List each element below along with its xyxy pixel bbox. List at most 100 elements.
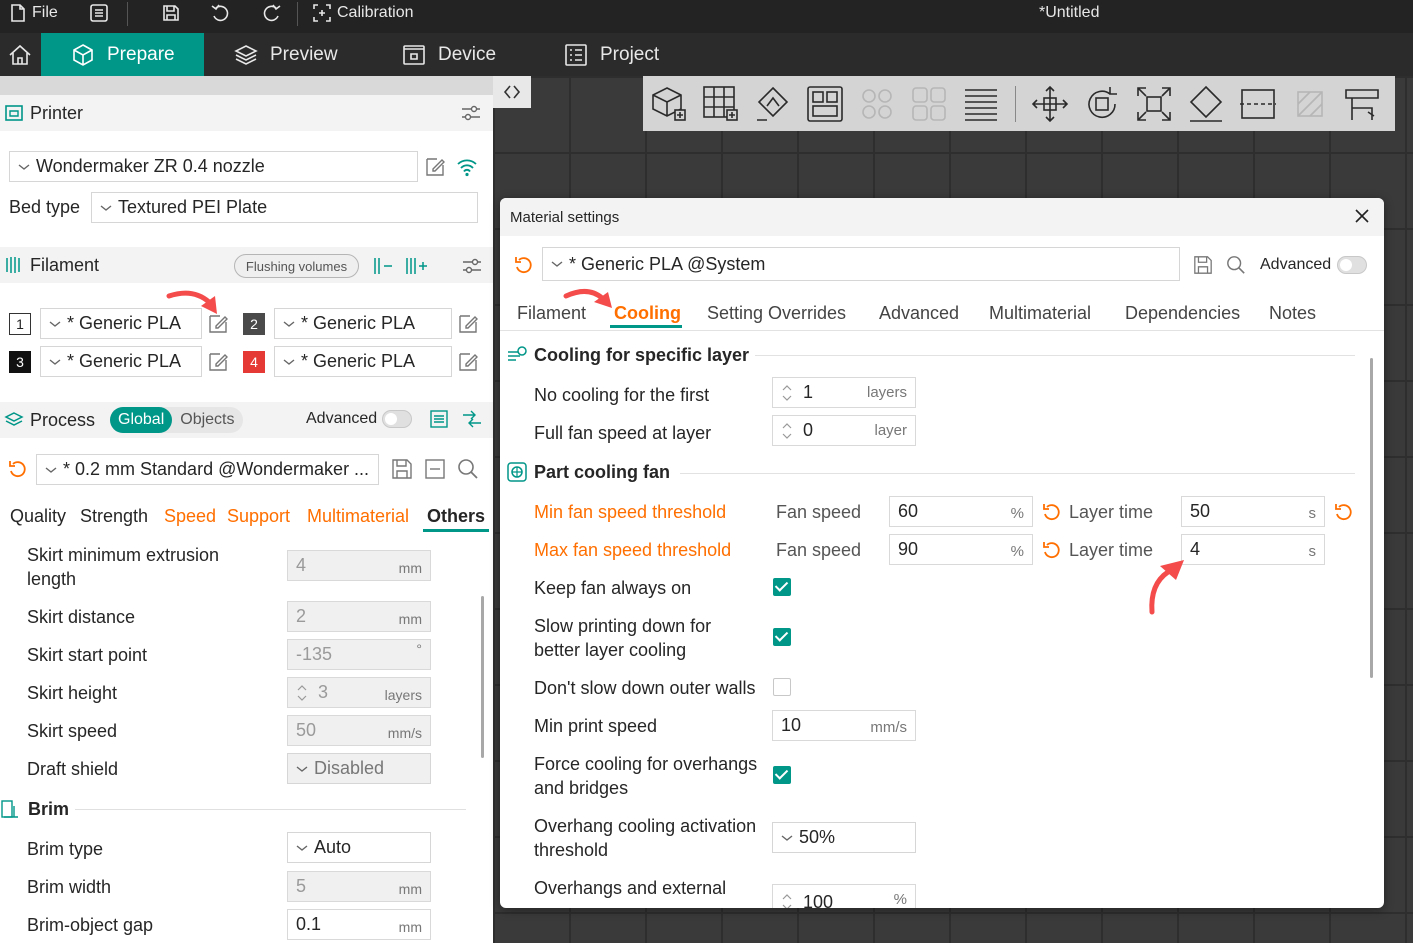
printer-settings-icon[interactable]	[461, 103, 481, 123]
overhangs-external-field[interactable]: 100 %	[772, 884, 916, 908]
search-icon[interactable]	[457, 458, 479, 480]
sidebar-scrollbar[interactable]	[481, 596, 484, 758]
arrange-tool[interactable]	[799, 76, 851, 131]
skirt-min-extrusion-field[interactable]: 4 mm	[287, 550, 431, 581]
printer-select[interactable]: Wondermaker ZR 0.4 nozzle	[9, 151, 418, 182]
dialog-tab-setting-overrides[interactable]: Setting Overrides	[707, 303, 846, 324]
split-objects-tool[interactable]	[851, 76, 903, 131]
min-fan-speed-field[interactable]: 60 %	[889, 496, 1033, 527]
reset-min-layer-time-icon[interactable]	[1334, 502, 1354, 522]
filament-preset-select[interactable]: * Generic PLA @System	[542, 247, 1180, 281]
reset-min-fan-speed-icon[interactable]	[1042, 502, 1062, 522]
compare-icon[interactable]	[429, 409, 449, 429]
split-parts-tool[interactable]	[903, 76, 955, 131]
spin-arrows-icon[interactable]	[296, 683, 308, 703]
dialog-tab-multimaterial[interactable]: Multimaterial	[989, 303, 1091, 324]
scale-tool[interactable]	[1128, 76, 1180, 131]
process-tab-multimaterial[interactable]: Multimaterial	[307, 506, 409, 527]
brim-object-gap-field[interactable]: 0.1 mm	[287, 909, 431, 940]
filament-settings-icon[interactable]	[462, 256, 482, 276]
auto-orient-tool[interactable]	[747, 76, 799, 131]
brim-type-select[interactable]: Auto	[287, 832, 431, 863]
skirt-distance-field[interactable]: 2 mm	[287, 601, 431, 632]
add-object-tool[interactable]	[643, 76, 695, 131]
slow-printing-checkbox[interactable]	[773, 628, 791, 646]
save-preset-icon[interactable]	[391, 458, 413, 480]
filament-slot-3-select[interactable]: * Generic PLA	[40, 346, 202, 377]
file-menu[interactable]: File	[10, 0, 58, 26]
process-tab-strength[interactable]: Strength	[80, 506, 148, 527]
tab-project[interactable]: Project	[564, 33, 659, 76]
skirt-height-field[interactable]: 3 layers	[287, 677, 431, 708]
calibration-menu[interactable]: Calibration	[313, 0, 413, 26]
add-filament-icon[interactable]	[404, 256, 428, 276]
filament-slot-4-select[interactable]: * Generic PLA	[274, 346, 452, 377]
skirt-start-point-field[interactable]: -135 °	[287, 639, 431, 670]
seam-painting-tool[interactable]	[1336, 76, 1388, 131]
wifi-icon[interactable]	[456, 156, 478, 178]
reset-max-fan-speed-icon[interactable]	[1042, 540, 1062, 560]
global-scope-option[interactable]: Global	[110, 407, 173, 433]
process-scope-toggle[interactable]: Global Objects	[110, 407, 243, 433]
reset-filament-icon[interactable]	[514, 255, 534, 275]
spin-arrows-icon[interactable]	[781, 892, 793, 908]
process-tab-support[interactable]: Support	[227, 506, 290, 527]
delete-preset-icon[interactable]	[424, 458, 446, 480]
dialog-tab-cooling[interactable]: Cooling	[614, 303, 681, 324]
force-cooling-checkbox[interactable]	[773, 766, 791, 784]
switch-ab-icon[interactable]	[461, 409, 483, 429]
home-button[interactable]	[0, 33, 40, 76]
objects-scope-option[interactable]: Objects	[172, 407, 242, 433]
save-project-button[interactable]	[162, 0, 180, 26]
cut-tool[interactable]	[1232, 76, 1284, 131]
dont-slow-walls-checkbox[interactable]	[773, 678, 791, 696]
support-painting-tool[interactable]	[1284, 76, 1336, 131]
process-tab-quality[interactable]: Quality	[10, 506, 66, 527]
dialog-advanced-toggle[interactable]	[1337, 256, 1367, 274]
menu-button[interactable]	[90, 0, 108, 26]
process-tab-speed[interactable]: Speed	[164, 506, 216, 527]
skirt-speed-field[interactable]: 50 mm/s	[287, 715, 431, 746]
spin-arrows-icon[interactable]	[781, 421, 793, 441]
add-plate-tool[interactable]	[695, 76, 747, 131]
rotate-tool[interactable]	[1076, 76, 1128, 131]
edit-printer-icon[interactable]	[424, 156, 446, 178]
dialog-tab-advanced[interactable]: Advanced	[879, 303, 959, 324]
move-tool[interactable]	[1024, 76, 1076, 131]
process-tab-others[interactable]: Others	[427, 506, 485, 527]
save-preset-icon[interactable]	[1193, 255, 1213, 275]
keep-fan-checkbox[interactable]	[773, 578, 791, 596]
full-fan-layer-field[interactable]: 0 layer	[772, 415, 916, 446]
tab-prepare[interactable]: Prepare	[41, 33, 204, 76]
reset-process-icon[interactable]	[8, 459, 28, 479]
dialog-tab-dependencies[interactable]: Dependencies	[1125, 303, 1240, 324]
layers-editing-tool[interactable]	[955, 76, 1007, 131]
spin-arrows-icon[interactable]	[781, 383, 793, 403]
lay-on-face-tool[interactable]	[1180, 76, 1232, 131]
process-preset-select[interactable]: * 0.2 mm Standard @Wondermaker ...	[36, 454, 379, 485]
dialog-tab-notes[interactable]: Notes	[1269, 303, 1316, 324]
filament-slot-2-select[interactable]: * Generic PLA	[274, 308, 452, 339]
edit-filament-4-icon[interactable]	[457, 351, 479, 373]
overhang-threshold-select[interactable]: 50%	[772, 822, 916, 853]
search-icon[interactable]	[1226, 255, 1246, 275]
close-icon[interactable]	[1354, 208, 1370, 224]
tab-preview[interactable]: Preview	[234, 33, 338, 76]
dialog-scrollbar[interactable]	[1370, 358, 1373, 678]
undo-button[interactable]	[211, 0, 231, 26]
max-fan-speed-field[interactable]: 90 %	[889, 534, 1033, 565]
brim-width-field[interactable]: 5 mm	[287, 871, 431, 902]
edit-filament-2-icon[interactable]	[457, 313, 479, 335]
min-layer-time-field[interactable]: 50 s	[1181, 496, 1325, 527]
draft-shield-select[interactable]: Disabled	[287, 753, 431, 784]
tab-device[interactable]: Device	[402, 33, 496, 76]
max-layer-time-field[interactable]: 4 s	[1181, 534, 1325, 565]
redo-button[interactable]	[261, 0, 281, 26]
no-cooling-layers-field[interactable]: 1 layers	[772, 377, 916, 408]
edit-filament-3-icon[interactable]	[207, 351, 229, 373]
remove-filament-icon[interactable]	[372, 256, 394, 276]
min-print-speed-field[interactable]: 10 mm/s	[772, 710, 916, 741]
process-advanced-toggle[interactable]	[382, 410, 412, 428]
bed-type-select[interactable]: Textured PEI Plate	[91, 192, 478, 223]
flushing-volumes-button[interactable]: Flushing volumes	[234, 254, 359, 278]
